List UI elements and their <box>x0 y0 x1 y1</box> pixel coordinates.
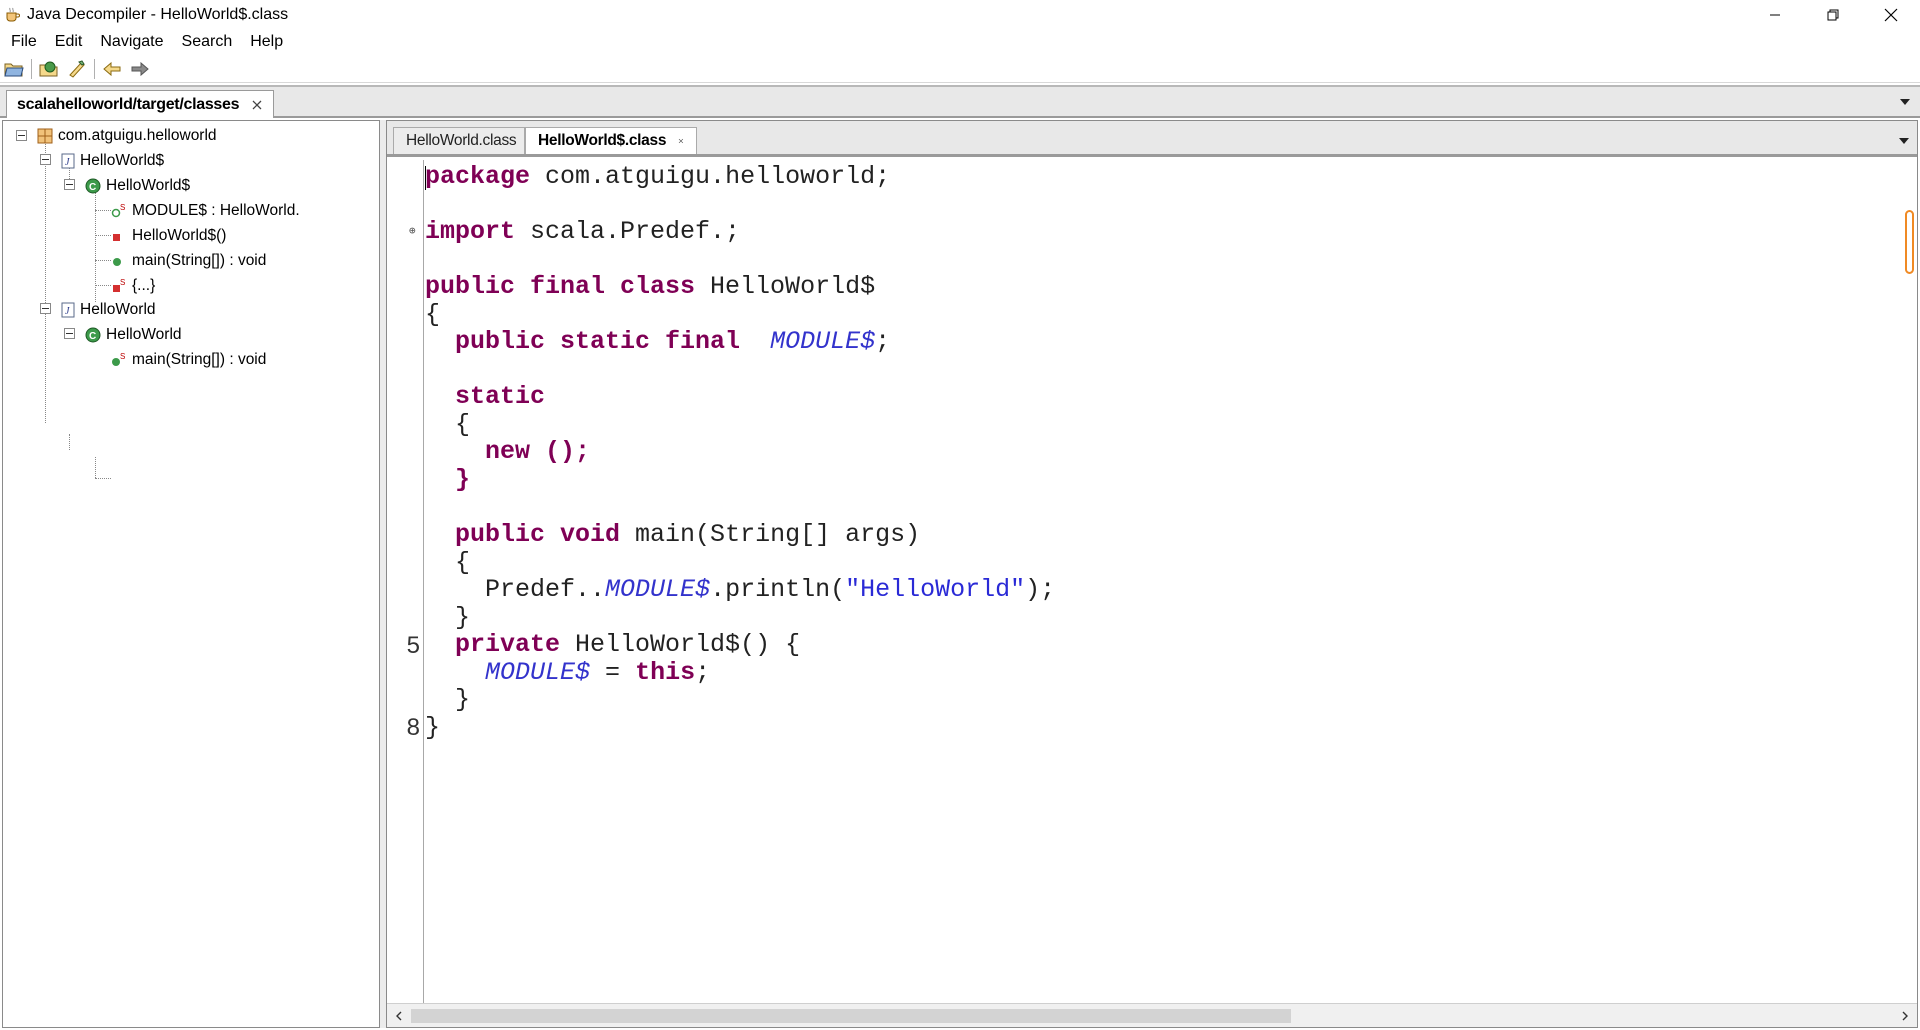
open-type-button[interactable] <box>35 57 63 81</box>
restore-button[interactable] <box>1804 0 1862 30</box>
private-method-icon <box>113 233 120 241</box>
tab-list-dropdown-icon[interactable] <box>1900 99 1910 105</box>
editor-tab-strip: HelloWorld.class HelloWorld$.class <box>387 121 1917 157</box>
horizontal-scrollbar[interactable] <box>387 1003 1917 1027</box>
class-icon: C <box>85 178 101 193</box>
tree-item-static-initializer[interactable]: S {...} <box>111 273 155 298</box>
forward-arrow-icon <box>131 61 149 76</box>
project-tab-strip: scalahelloworld/target/classes <box>0 85 1920 118</box>
minimize-button[interactable] <box>1746 0 1804 30</box>
toolbar-separator <box>31 58 32 79</box>
editor-panel: HelloWorld.class HelloWorld$.class ⊕ 5 8… <box>386 120 1918 1028</box>
code-line: } <box>425 713 441 742</box>
collapse-toggle[interactable] <box>64 328 75 339</box>
svg-text:J: J <box>65 306 70 317</box>
svg-text:J: J <box>65 157 70 168</box>
svg-text:S: S <box>120 203 125 212</box>
toolbar <box>0 55 1920 83</box>
line-number: 8 <box>406 714 420 741</box>
code-line: import scala.Predef.; <box>425 217 741 246</box>
static-method-icon: S <box>112 352 125 366</box>
class-icon: C <box>85 327 101 342</box>
collapse-toggle[interactable] <box>40 303 51 314</box>
back-arrow-icon <box>103 61 121 76</box>
class-tree: com.atguigu.helloworld J HelloWorld$ C H… <box>2 120 380 1028</box>
static-initializer-icon: S <box>113 278 125 292</box>
static-field-icon: S <box>111 203 125 217</box>
scroll-left-icon[interactable] <box>393 1010 405 1022</box>
tree-item-package[interactable]: com.atguigu.helloworld <box>37 123 217 148</box>
horizontal-scroll-thumb[interactable] <box>411 1009 1291 1023</box>
tree-item-method-main[interactable]: main(String[]) : void <box>111 248 266 273</box>
window-controls <box>1746 0 1920 30</box>
menu-bar: File Edit Navigate Search Help <box>0 30 1920 54</box>
line-number: 5 <box>406 632 420 659</box>
menu-file[interactable]: File <box>2 30 46 54</box>
expand-import-icon[interactable]: ⊕ <box>409 224 416 237</box>
open-type-icon <box>39 61 58 76</box>
vertical-scrollbar[interactable] <box>1902 160 1917 1003</box>
scroll-right-icon[interactable] <box>1899 1010 1911 1022</box>
tree-item-file-helloworld-module[interactable]: J HelloWorld$ <box>61 148 164 173</box>
close-tab-icon[interactable] <box>251 99 263 111</box>
tree-item-file-helloworld[interactable]: J HelloWorld <box>61 297 156 322</box>
forward-button[interactable] <box>126 57 154 81</box>
coffee-cup-icon <box>6 7 20 22</box>
collapse-toggle[interactable] <box>40 154 51 165</box>
tab-helloworld-class[interactable]: HelloWorld.class <box>393 127 525 154</box>
collapse-toggle[interactable] <box>16 130 27 141</box>
tree-item-constructor[interactable]: HelloWorld$() <box>111 223 226 248</box>
title-bar: Java Decompiler - HelloWorld$.class <box>0 0 1920 30</box>
close-tab-icon[interactable] <box>678 135 684 147</box>
code-line: public static final MODULE$; <box>425 327 891 356</box>
code-line: Predef..MODULE$.println("HelloWorld"); <box>425 575 1056 604</box>
menu-edit[interactable]: Edit <box>46 30 92 54</box>
menu-help[interactable]: Help <box>241 30 292 54</box>
public-method-icon <box>113 257 121 266</box>
svg-text:C: C <box>89 182 96 193</box>
svg-text:C: C <box>89 331 96 342</box>
code-line: public final class HelloWorld$ <box>425 272 876 301</box>
search-type-button[interactable] <box>63 57 91 81</box>
java-file-icon: J <box>61 153 75 168</box>
tab-project-classes[interactable]: scalahelloworld/target/classes <box>6 90 275 118</box>
vertical-scroll-thumb[interactable] <box>1905 210 1914 274</box>
window-title: Java Decompiler - HelloWorld$.class <box>27 6 289 23</box>
package-icon <box>37 128 53 143</box>
back-button[interactable] <box>98 57 126 81</box>
minimize-icon <box>1770 14 1780 16</box>
tab-helloworld-module-class[interactable]: HelloWorld$.class <box>525 127 697 154</box>
open-file-button[interactable] <box>0 57 28 81</box>
line-number-gutter: ⊕ 5 8 <box>387 160 424 1003</box>
code-view[interactable]: package com.atguigu.helloworld; import s… <box>425 160 1895 1003</box>
editor-tab-list-dropdown-icon[interactable] <box>1899 138 1909 144</box>
tree-item-class-helloworld-module[interactable]: C HelloWorld$ <box>85 173 190 198</box>
open-file-icon <box>4 63 24 76</box>
restore-icon <box>1827 9 1839 21</box>
svg-text:S: S <box>120 278 125 287</box>
menu-navigate[interactable]: Navigate <box>91 30 172 54</box>
search-type-icon <box>69 59 85 78</box>
collapse-toggle[interactable] <box>64 179 75 190</box>
close-icon <box>1884 8 1898 22</box>
tab-label: scalahelloworld/target/classes <box>17 95 240 113</box>
java-file-icon: J <box>61 302 75 317</box>
tree-item-class-helloworld[interactable]: C HelloWorld <box>85 322 182 347</box>
toolbar-separator <box>94 58 95 79</box>
code-line: package com.atguigu.helloworld; <box>425 162 891 191</box>
close-window-button[interactable] <box>1862 0 1920 30</box>
tree-item-field-module[interactable]: S MODULE$ : HelloWorld. <box>111 198 300 223</box>
code-line: public void main(String[] args) <box>425 520 921 549</box>
svg-text:S: S <box>120 352 125 361</box>
code-line: } <box>425 465 471 494</box>
menu-search[interactable]: Search <box>173 30 242 54</box>
tree-item-method-main-static[interactable]: S main(String[]) : void <box>111 347 266 372</box>
